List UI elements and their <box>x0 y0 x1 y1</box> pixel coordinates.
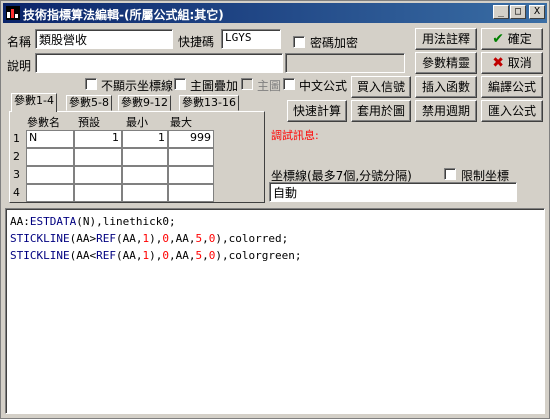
param-default-cell[interactable]: 1 <box>74 130 122 148</box>
code-token: (AA, <box>115 232 143 245</box>
import-formula-button[interactable]: 匯入公式 <box>481 100 543 122</box>
code-token: ),colorgreen; <box>215 249 302 262</box>
row-number: 4 <box>13 186 20 199</box>
code-token: ESTDATA <box>29 215 77 228</box>
confirm-label: 確定 <box>507 32 532 46</box>
cancel-button[interactable]: ✖ 取消 <box>481 52 543 74</box>
param-default-cell[interactable] <box>74 166 122 184</box>
code-token: ),colorred; <box>215 232 289 245</box>
param-min-cell[interactable] <box>122 184 168 202</box>
param-max-header: 最大 <box>170 116 192 129</box>
shortcut-field[interactable]: LGYS <box>221 29 281 49</box>
row-number: 2 <box>13 150 20 163</box>
code-token: ), <box>149 232 163 245</box>
apply-to-chart-button[interactable]: 套用於圖 <box>351 100 411 122</box>
cancel-label: 取消 <box>507 56 532 70</box>
param-max-cell[interactable] <box>168 184 214 202</box>
param-min-header: 最小 <box>126 116 148 129</box>
code-token: ,AA, <box>168 232 196 245</box>
shortcut-label: 快捷碼 <box>178 35 215 49</box>
code-token: 0 <box>162 249 169 262</box>
minimize-button[interactable]: _ <box>493 5 509 19</box>
buy-sell-signal-button[interactable]: 買入信號 <box>351 76 411 98</box>
params-panel: 參數名 預設 最小 最大 1 N 1 1 999 2 3 4 <box>9 111 265 203</box>
title-bar[interactable]: 技術指標算法編輯-(所屬公式組:其它) _ □ X <box>3 3 547 23</box>
param-name-cell[interactable] <box>26 184 74 202</box>
maximize-button[interactable]: □ <box>510 5 526 19</box>
code-token: , <box>202 232 209 245</box>
tab-params-13-16[interactable]: 參數13-16 <box>179 95 239 111</box>
code-token: (AA> <box>69 232 97 245</box>
description-extra-field <box>285 53 405 73</box>
description-field[interactable] <box>35 53 283 73</box>
password-checkbox[interactable] <box>293 36 305 48</box>
check-icon: ✔ <box>492 31 504 47</box>
code-token: ), <box>149 249 163 262</box>
hide-axis-checkbox[interactable] <box>85 78 97 90</box>
code-token: 0 <box>162 232 169 245</box>
param-min-cell[interactable] <box>122 148 168 166</box>
param-name-cell[interactable]: N <box>26 130 74 148</box>
param-wizard-button[interactable]: 參數精靈 <box>415 52 477 74</box>
param-default-cell[interactable] <box>74 148 122 166</box>
compile-formula-button[interactable]: 編譯公式 <box>481 76 543 98</box>
param-min-cell[interactable]: 1 <box>122 130 168 148</box>
param-min-cell[interactable] <box>122 166 168 184</box>
main-chart-checkbox <box>241 78 253 90</box>
param-max-cell[interactable]: 999 <box>168 130 214 148</box>
param-default-cell[interactable] <box>74 184 122 202</box>
chinese-formula-checkbox[interactable] <box>283 78 295 90</box>
code-token: , <box>202 249 209 262</box>
close-button[interactable]: X <box>529 5 545 19</box>
code-token: REF <box>96 232 116 245</box>
overlay-label: 主圖疊加 <box>190 79 239 93</box>
code-token: STICKLINE <box>10 249 70 262</box>
param-name-cell[interactable] <box>26 166 74 184</box>
usage-notes-button[interactable]: 用法註釋 <box>415 28 477 50</box>
code-line: STICKLINE(AA<REF(AA,1),0,AA,5,0),colorgr… <box>10 247 540 264</box>
window-title: 技術指標算法編輯-(所屬公式組:其它) <box>23 8 224 22</box>
main-chart-label: 主圖 <box>257 79 282 93</box>
code-token: (N),linethick0; <box>76 215 176 228</box>
close-icon: ✖ <box>492 55 504 71</box>
row-number: 1 <box>13 132 20 145</box>
name-label: 名稱 <box>7 35 32 49</box>
code-token: (AA, <box>115 249 143 262</box>
debug-message-label: 調試訊息: <box>271 129 319 142</box>
insert-function-button[interactable]: 插入函數 <box>415 76 477 98</box>
formula-code-editor[interactable]: AA:ESTDATA(N),linethick0; STICKLINE(AA>RE… <box>5 208 545 414</box>
tab-params-1-4[interactable]: 參數1-4 <box>11 93 57 112</box>
row-number: 3 <box>13 168 20 181</box>
param-max-cell[interactable] <box>168 148 214 166</box>
code-token: STICKLINE <box>10 232 70 245</box>
description-label: 說明 <box>7 59 32 73</box>
disable-period-button[interactable]: 禁用週期 <box>415 100 477 122</box>
tab-params-5-8[interactable]: 參數5-8 <box>66 95 112 111</box>
name-field[interactable]: 類股營收 <box>35 29 173 49</box>
param-name-header: 參數名 <box>27 116 60 129</box>
limit-axis-checkbox[interactable] <box>444 168 456 180</box>
formula-editor-window: 技術指標算法編輯-(所屬公式組:其它) _ □ X 名稱 類股營收 快捷碼 LG… <box>0 0 550 419</box>
tab-params-9-12[interactable]: 參數9-12 <box>118 95 171 111</box>
overlay-checkbox[interactable] <box>174 78 186 90</box>
chinese-formula-label: 中文公式 <box>299 79 348 93</box>
app-icon <box>6 6 20 20</box>
password-label: 密碼加密 <box>310 36 359 50</box>
code-line: AA:ESTDATA(N),linethick0; <box>10 213 540 230</box>
param-name-cell[interactable] <box>26 148 74 166</box>
code-token: REF <box>96 249 116 262</box>
hide-axis-label: 不顯示坐標線 <box>101 79 174 93</box>
code-token: AA: <box>10 215 30 228</box>
quick-calc-button[interactable]: 快速計算 <box>287 100 347 122</box>
code-token: (AA< <box>69 249 97 262</box>
param-default-header: 預設 <box>78 116 100 129</box>
code-token: ,AA, <box>168 249 196 262</box>
code-line: STICKLINE(AA>REF(AA,1),0,AA,5,0),colorre… <box>10 230 540 247</box>
confirm-button[interactable]: ✔ 確定 <box>481 28 543 50</box>
axis-lines-field[interactable]: 自動 <box>269 182 517 202</box>
param-max-cell[interactable] <box>168 166 214 184</box>
